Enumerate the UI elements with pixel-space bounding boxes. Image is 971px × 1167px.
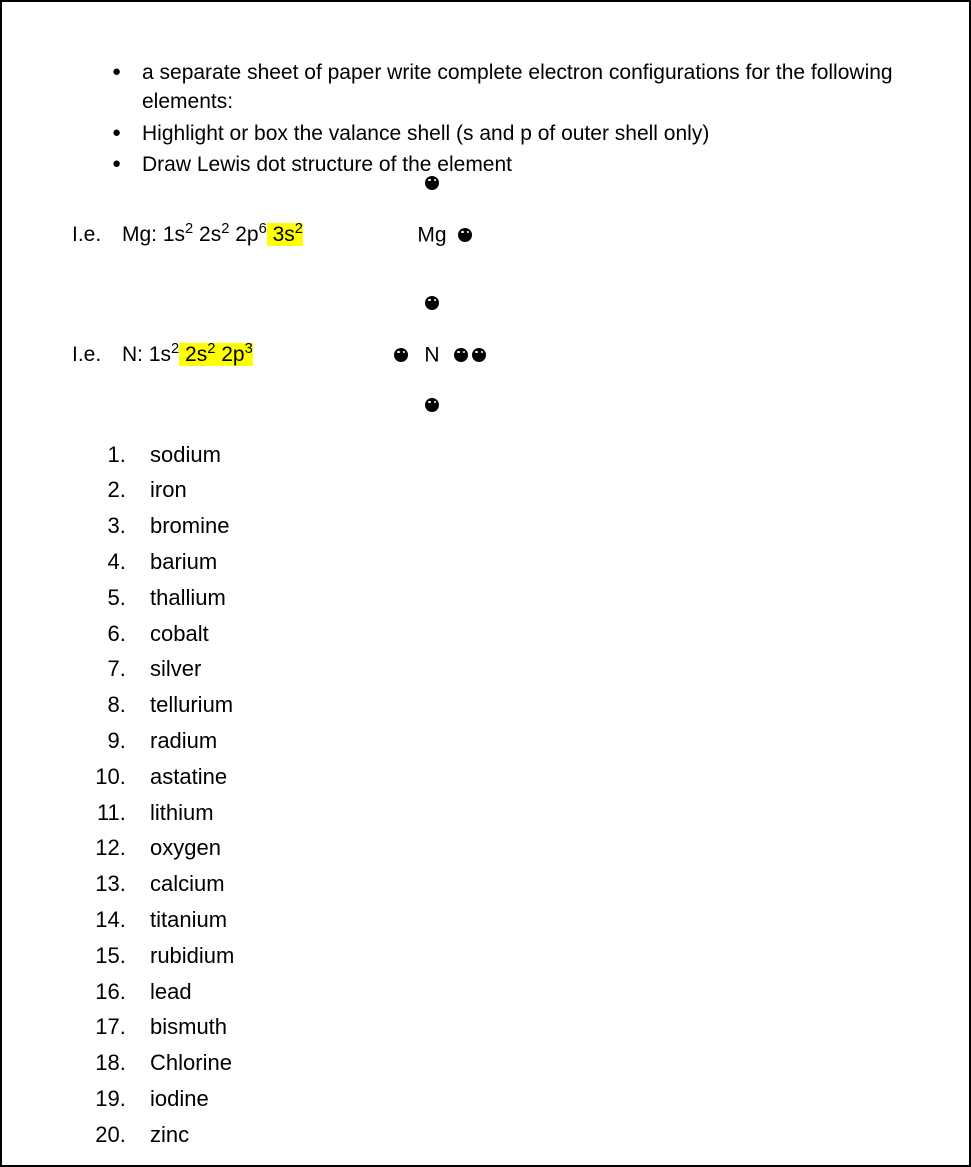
element-list-item: lithium	[132, 798, 899, 829]
electron-dot-icon	[472, 348, 486, 362]
element-list-item: bromine	[132, 511, 899, 542]
element-list-item: sodium	[132, 440, 899, 471]
lewis-structure-n: N	[372, 320, 492, 390]
element-list-item: lead	[132, 977, 899, 1008]
electron-dot-icon	[425, 398, 439, 412]
orbital-exponent: 2	[295, 221, 303, 237]
example-row-mg: I.e. Mg: 1s2 2s2 2p6 3s2 Mg	[72, 200, 899, 270]
orbital-segment: 2s2	[179, 343, 215, 366]
orbital-exponent: 2	[171, 341, 179, 357]
instruction-list: a separate sheet of paper write complete…	[112, 58, 899, 180]
config-segments-mg: 1s2 2s2 2p6 3s2	[163, 223, 303, 246]
orbital-segment: 3s2	[267, 223, 303, 246]
element-list-item: calcium	[132, 869, 899, 900]
orbital-segment: 2p6	[229, 223, 266, 246]
config-prefix: Mg:	[122, 223, 163, 246]
orbital-segment: 1s2	[163, 223, 193, 246]
worksheet-page: a separate sheet of paper write complete…	[0, 0, 971, 1167]
element-list-item: iron	[132, 475, 899, 506]
element-list-item: thallium	[132, 583, 899, 614]
element-list-item: rubidium	[132, 941, 899, 972]
element-list-item: bismuth	[132, 1012, 899, 1043]
instruction-item: a separate sheet of paper write complete…	[112, 58, 899, 117]
element-symbol: Mg	[417, 220, 446, 249]
element-list-item: silver	[132, 654, 899, 685]
element-list-item: zinc	[132, 1120, 899, 1151]
orbital-exponent: 6	[259, 221, 267, 237]
config-segments-n: 1s2 2s2 2p3	[149, 343, 253, 366]
electron-config-n: N: 1s2 2s2 2p3	[122, 340, 372, 369]
lewis-structure-mg: Mg	[372, 200, 492, 270]
element-list-item: cobalt	[132, 619, 899, 650]
electron-dot-icon	[454, 348, 468, 362]
example-label: I.e.	[72, 220, 122, 249]
orbital-exponent: 3	[245, 341, 253, 357]
element-ordered-list: sodium iron bromine barium thallium cobalt sil…	[92, 440, 899, 1151]
element-list-item: astatine	[132, 762, 899, 793]
example-label: I.e.	[72, 340, 122, 369]
electron-dot-icon	[394, 348, 408, 362]
example-row-n: I.e. N: 1s2 2s2 2p3 N	[72, 320, 899, 390]
electron-dot-icon	[458, 228, 472, 242]
electron-dot-icon	[425, 176, 439, 190]
element-symbol: N	[424, 340, 439, 369]
orbital-exponent: 2	[185, 221, 193, 237]
element-list-item: radium	[132, 726, 899, 757]
element-list-item: tellurium	[132, 690, 899, 721]
element-list-item: oxygen	[132, 833, 899, 864]
orbital-segment: 1s2	[149, 343, 179, 366]
element-list-item: Chlorine	[132, 1048, 899, 1079]
electron-config-mg: Mg: 1s2 2s2 2p6 3s2	[122, 220, 372, 249]
orbital-segment: 2p3	[215, 343, 252, 366]
element-list-item: barium	[132, 547, 899, 578]
config-prefix: N:	[122, 343, 149, 366]
element-list-item: titanium	[132, 905, 899, 936]
electron-dot-icon	[425, 296, 439, 310]
instruction-item: Draw Lewis dot structure of the element	[112, 150, 899, 179]
orbital-segment: 2s2	[193, 223, 229, 246]
instruction-item: Highlight or box the valance shell (s an…	[112, 119, 899, 148]
element-list-item: iodine	[132, 1084, 899, 1115]
